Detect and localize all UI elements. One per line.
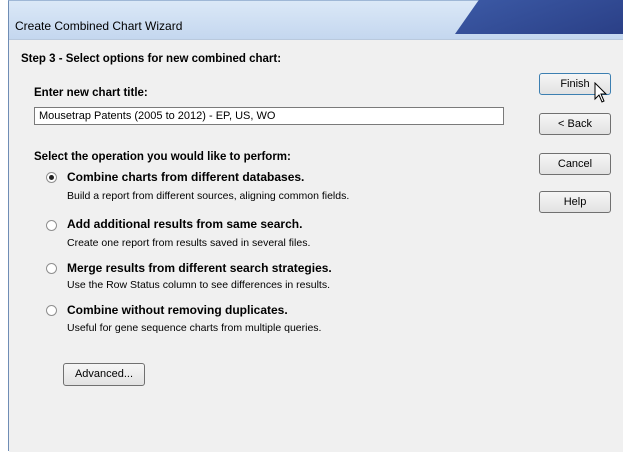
wizard-window: Create Combined Chart Wizard Step 3 - Se… — [8, 0, 623, 452]
radio-combine-no-dedup[interactable] — [46, 305, 57, 316]
wizard-content: Step 3 - Select options for new combined… — [9, 39, 623, 452]
option-merge-results-desc: Use the Row Status column to see differe… — [67, 279, 331, 291]
help-button[interactable]: Help — [539, 191, 611, 213]
back-button[interactable]: < Back — [539, 113, 611, 135]
mouse-pointer-icon — [594, 82, 608, 103]
radio-add-results[interactable] — [46, 220, 57, 231]
radio-merge-results[interactable] — [46, 263, 57, 274]
radio-combine-databases[interactable] — [46, 172, 57, 183]
option-combine-databases-title[interactable]: Combine charts from different databases. — [67, 170, 304, 184]
operation-label: Select the operation you would like to p… — [34, 151, 291, 163]
option-combine-databases-desc: Build a report from different sources, a… — [67, 190, 350, 202]
window-title: Create Combined Chart Wizard — [15, 19, 183, 33]
option-add-results-desc: Create one report from results saved in … — [67, 237, 311, 249]
step-heading: Step 3 - Select options for new combined… — [21, 53, 282, 65]
cancel-button[interactable]: Cancel — [539, 153, 611, 175]
chart-title-label: Enter new chart title: — [34, 87, 148, 99]
option-combine-no-dedup-title[interactable]: Combine without removing duplicates. — [67, 303, 288, 317]
chart-title-input[interactable] — [34, 107, 504, 125]
title-bar-decoration — [455, 0, 623, 34]
option-combine-no-dedup-desc: Useful for gene sequence charts from mul… — [67, 322, 322, 334]
option-add-results-title[interactable]: Add additional results from same search. — [67, 217, 302, 231]
option-merge-results-title[interactable]: Merge results from different search stra… — [67, 261, 332, 275]
advanced-button[interactable]: Advanced... — [63, 363, 145, 386]
